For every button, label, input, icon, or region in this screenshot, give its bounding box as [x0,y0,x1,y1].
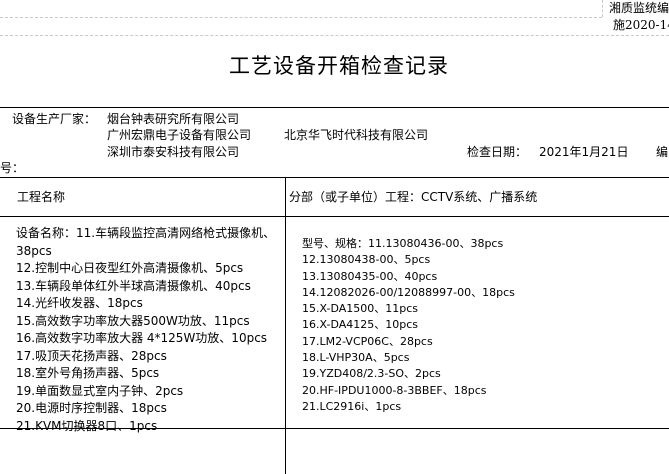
table-border-top [0,177,669,178]
model-line: 14.12082026-00/12088997-00、18pcs [302,285,515,299]
device-line: 19.单面数显式室内子钟、2pcs [16,383,184,398]
model-line: 型号、规格：11.13080436-00、38pcs [302,237,504,250]
model-line: 13.13080435-00、40pcs [302,269,438,283]
device-line: 13.车辆段单体红外半球高清摄像机、40pcs [16,278,251,293]
manufacturer-item: 深圳市泰安科技有限公司 [107,145,240,159]
form-code-line1: 湘质监统编 [609,1,669,15]
model-line: 12.13080438-00、5pcs [302,253,431,267]
inspection-date: 2021年1月21日 [539,145,629,159]
table-column-divider [285,177,286,474]
model-line: 21.LC2916i、1pcs [302,399,402,413]
device-line: 20.电源时序控制器、18pcs [16,401,167,415]
project-name-label: 工程名称 [17,190,66,204]
device-line: 21.KVM切换器8口、1pcs [16,418,158,433]
device-line: 14.光纤收发器、18pcs [16,296,143,310]
manufacturer-item: 北京华飞时代科技有限公司 [284,128,429,142]
number-label-left: 号： [0,161,25,175]
device-line: 18.室外号角扬声器、5pcs [16,366,160,380]
device-line: 15.高效数字功率放大器500W功放、11pcs [16,313,250,328]
number-label-right: 编 [656,145,669,159]
model-spec-list: 型号、规格：11.13080436-00、38pcs 12.13080438-0… [302,236,515,415]
title-divider [0,107,669,108]
device-name-list: 设备名称：11.车辆段监控高清网络枪式摄像机、38pcs 12.控制中心日夜型红… [16,225,278,435]
manufacturer-label: 设备生产厂家： [12,112,97,126]
device-line: 12.控制中心日夜型红外高清摄像机、5pcs [16,261,244,275]
gridline [0,35,669,36]
manufacturer-item: 烟台钟表研究所有限公司 [107,112,240,126]
manufacturer-item: 广州宏鼎电子设备有限公司 [107,128,252,142]
form-code-line2: 施2020-148 [613,18,669,32]
page-title: 工艺设备开箱检查记录 [229,54,449,78]
model-line: 18.L-VHP30A、5pcs [302,351,410,365]
device-line: 16.高效数字功率放大器 4*125W功放、10pcs [16,331,268,345]
device-line: 17.吸顶天花扬声器、28pcs [16,348,167,363]
model-line: 17.LM2-VCP06C、28pcs [302,334,433,348]
model-line: 15.X-DA1500、11pcs [302,302,419,316]
spreadsheet-sheet: 湘质监统编 施2020-148 工艺设备开箱检查记录 设备生产厂家： 烟台钟表研… [0,0,669,474]
subproject-label: 分部（或子单位）工程：CCTV系统、广播系统 [289,190,538,204]
inspection-date-label: 检查日期： [467,145,528,159]
model-line: 20.HF-IPDU1000-8-3BBEF、18pcs [302,383,487,397]
gridline [0,17,602,18]
device-line: 设备名称：11.车辆段监控高清网络枪式摄像机、38pcs [16,226,276,258]
table-row-divider [0,216,669,217]
gridline [602,0,603,17]
model-line: 19.YZD408/2.3-SO、2pcs [302,367,441,381]
model-line: 16.X-DA4125、10pcs [302,318,419,332]
